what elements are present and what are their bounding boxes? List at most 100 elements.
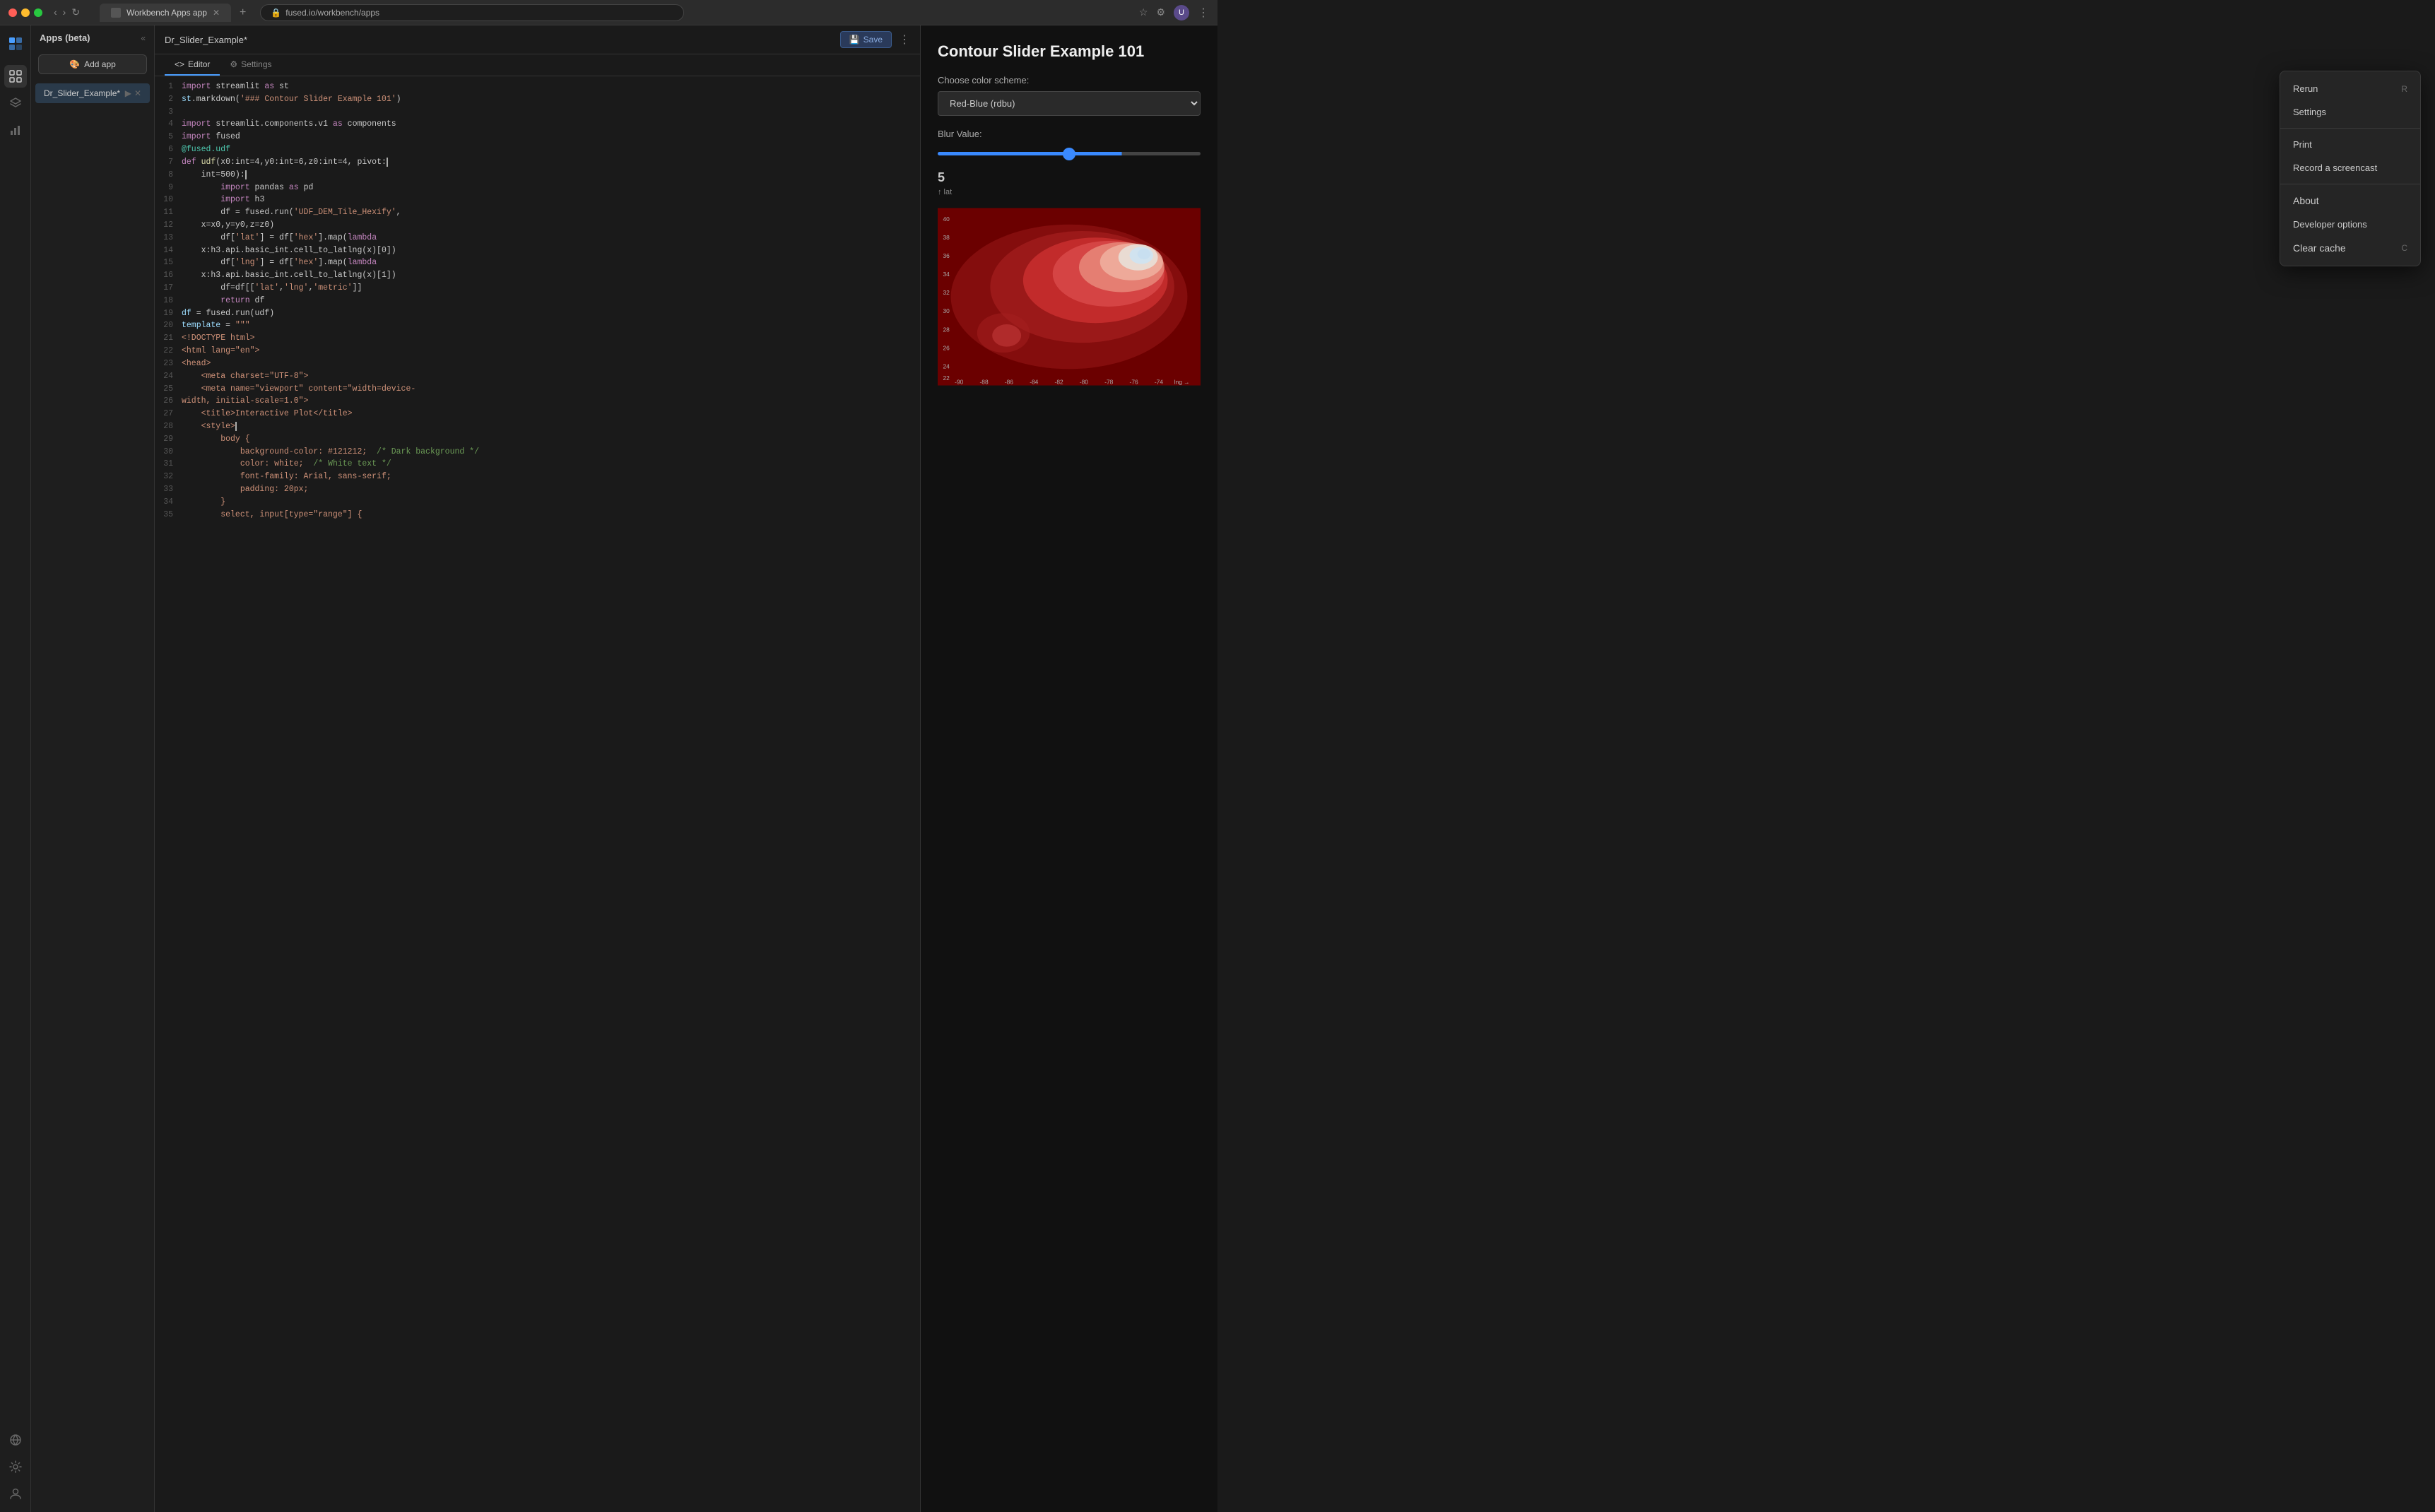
app-list-item[interactable]: Dr_Slider_Example* ▶ ✕ — [35, 83, 150, 103]
code-line-2: 2st.markdown('### Contour Slider Example… — [155, 93, 920, 106]
code-line-18: 18 return df — [155, 295, 920, 307]
dropdown-item-screencast[interactable]: Record a screencast — [2280, 156, 2420, 179]
code-line-12: 12 x=x0,y=y0,z=z0) — [155, 219, 920, 232]
browser-tab[interactable]: Workbench Apps app ✕ — [100, 4, 231, 22]
browser-minimize-btn[interactable] — [21, 8, 30, 17]
sidebar-item-layers[interactable] — [4, 92, 27, 114]
app-name: Dr_Slider_Example* — [44, 88, 120, 98]
dropdown-item-developer[interactable]: Developer options — [2280, 213, 2420, 236]
add-app-button[interactable]: 🎨 Add app — [38, 54, 147, 74]
code-line-35: 35 select, input[type="range"] { — [155, 509, 920, 521]
code-line-24: 24 <meta charset="UTF-8"> — [155, 370, 920, 383]
profile-icon[interactable]: U — [1174, 5, 1189, 20]
browser-actions: ☆ ⚙ U ⋮ — [1139, 5, 1209, 20]
browser-maximize-btn[interactable] — [34, 8, 42, 17]
code-line-11: 11 df = fused.run('UDF_DEM_Tile_Hexify', — [155, 206, 920, 219]
code-line-27: 27 <title>Interactive Plot</title> — [155, 408, 920, 420]
code-line-30: 30 background-color: #121212; /* Dark ba… — [155, 446, 920, 459]
add-icon: 🎨 — [69, 59, 80, 69]
svg-text:-90: -90 — [955, 379, 963, 386]
tab-favicon — [111, 8, 121, 18]
sidebar-item-user[interactable] — [4, 1482, 27, 1505]
code-line-33: 33 padding: 20px; — [155, 483, 920, 496]
contour-map: 40 38 36 34 32 30 28 26 24 22 -90 -88 -8… — [938, 198, 1201, 396]
editor-menu-button[interactable]: ⋮ — [899, 33, 910, 47]
save-icon: 💾 — [849, 35, 860, 45]
code-line-15: 15 df['lng'] = df['hex'].map(lambda — [155, 256, 920, 269]
clear-cache-shortcut: C — [2401, 243, 2407, 253]
code-line-7: 7def udf(x0:int=4,y0:int=6,z0:int=4, piv… — [155, 156, 920, 169]
dropdown-item-clear-cache[interactable]: Clear cache C — [2280, 236, 2420, 260]
tab-editor[interactable]: <> Editor — [165, 54, 220, 76]
dropdown-divider-1 — [2280, 128, 2420, 129]
contour-svg: 40 38 36 34 32 30 28 26 24 22 -90 -88 -8… — [938, 198, 1201, 396]
sidebar-item-chart[interactable] — [4, 119, 27, 141]
settings-tab-icon: ⚙ — [230, 59, 237, 69]
code-line-29: 29 body { — [155, 433, 920, 446]
browser-chrome: ‹ › ↻ Workbench Apps app ✕ + 🔒 fused.io/… — [0, 0, 1218, 25]
preview-panel: Contour Slider Example 101 Choose color … — [921, 25, 1218, 1512]
dropdown-item-settings[interactable]: Settings — [2280, 100, 2420, 124]
back-icon[interactable]: ‹ — [54, 6, 57, 18]
print-label: Print — [2293, 139, 2312, 150]
svg-text:-80: -80 — [1080, 379, 1088, 386]
sidebar-logo[interactable] — [4, 33, 27, 55]
address-bar[interactable]: 🔒 fused.io/workbench/apps — [260, 4, 684, 21]
editor-tab-icon: <> — [175, 59, 184, 69]
code-line-20: 20template = """ — [155, 319, 920, 332]
dropdown-item-rerun[interactable]: Rerun R — [2280, 77, 2420, 100]
svg-text:34: 34 — [943, 271, 950, 278]
code-line-32: 32 font-family: Arial, sans-serif; — [155, 471, 920, 483]
reload-icon[interactable]: ↻ — [71, 6, 80, 18]
browser-nav: ‹ › ↻ — [54, 6, 80, 18]
code-line-4: 4import streamlit.components.v1 as compo… — [155, 118, 920, 131]
save-button[interactable]: 💾 Save — [840, 31, 892, 48]
new-tab-btn[interactable]: + — [240, 6, 246, 19]
svg-text:-82: -82 — [1055, 379, 1063, 386]
menu-icon[interactable]: ⋮ — [1198, 6, 1209, 20]
run-icon[interactable]: ▶ — [125, 88, 131, 98]
extensions-icon[interactable]: ⚙ — [1156, 6, 1165, 18]
save-label: Save — [863, 35, 883, 45]
about-label: About — [2293, 195, 2319, 206]
code-line-10: 10 import h3 — [155, 194, 920, 206]
svg-text:-86: -86 — [1005, 379, 1013, 386]
sidebar-item-apps[interactable] — [4, 65, 27, 88]
svg-text:-88: -88 — [980, 379, 989, 386]
forward-icon[interactable]: › — [63, 6, 66, 18]
rerun-label: Rerun — [2293, 83, 2318, 94]
clear-cache-label: Clear cache — [2293, 242, 2346, 254]
blur-label: Blur Value: — [938, 129, 1201, 139]
svg-text:22: 22 — [943, 374, 950, 382]
sidebar-item-settings[interactable] — [4, 1455, 27, 1478]
code-line-16: 16 x:h3.api.basic_int.cell_to_latlng(x)[… — [155, 269, 920, 282]
blur-slider[interactable] — [938, 152, 1201, 155]
sidebar-item-globe[interactable] — [4, 1429, 27, 1451]
browser-buttons — [8, 8, 42, 17]
tab-close-btn[interactable]: ✕ — [213, 8, 220, 18]
dropdown-item-print[interactable]: Print — [2280, 133, 2420, 156]
browser-close-btn[interactable] — [8, 8, 17, 17]
code-line-5: 5import fused — [155, 131, 920, 143]
svg-text:-78: -78 — [1104, 379, 1113, 386]
code-line-13: 13 df['lat'] = df['hex'].map(lambda — [155, 232, 920, 244]
svg-text:36: 36 — [943, 252, 950, 259]
code-line-28: 28 <style> — [155, 420, 920, 433]
svg-text:lng →: lng → — [1174, 379, 1190, 386]
code-editor[interactable]: 1import streamlit as st 2st.markdown('##… — [155, 76, 920, 1512]
tab-settings[interactable]: ⚙ Settings — [220, 54, 281, 76]
close-app-icon[interactable]: ✕ — [134, 88, 141, 98]
bookmark-icon[interactable]: ☆ — [1139, 6, 1148, 18]
dropdown-item-about[interactable]: About — [2280, 189, 2420, 213]
left-panel-header: Apps (beta) « — [31, 25, 154, 50]
slider-value: 5 — [938, 170, 1201, 185]
code-line-21: 21<!DOCTYPE html> — [155, 332, 920, 345]
code-line-26: 26width, initial-scale=1.0"> — [155, 395, 920, 408]
preview-content: Contour Slider Example 101 Choose color … — [921, 25, 1218, 1512]
collapse-panel-btn[interactable]: « — [141, 33, 146, 43]
screencast-label: Record a screencast — [2293, 163, 2377, 173]
svg-text:32: 32 — [943, 289, 950, 296]
editor-header: Dr_Slider_Example* 💾 Save ⋮ — [155, 25, 920, 54]
color-scheme-select[interactable]: Red-Blue (rdbu) — [938, 91, 1201, 116]
svg-text:40: 40 — [943, 215, 950, 223]
